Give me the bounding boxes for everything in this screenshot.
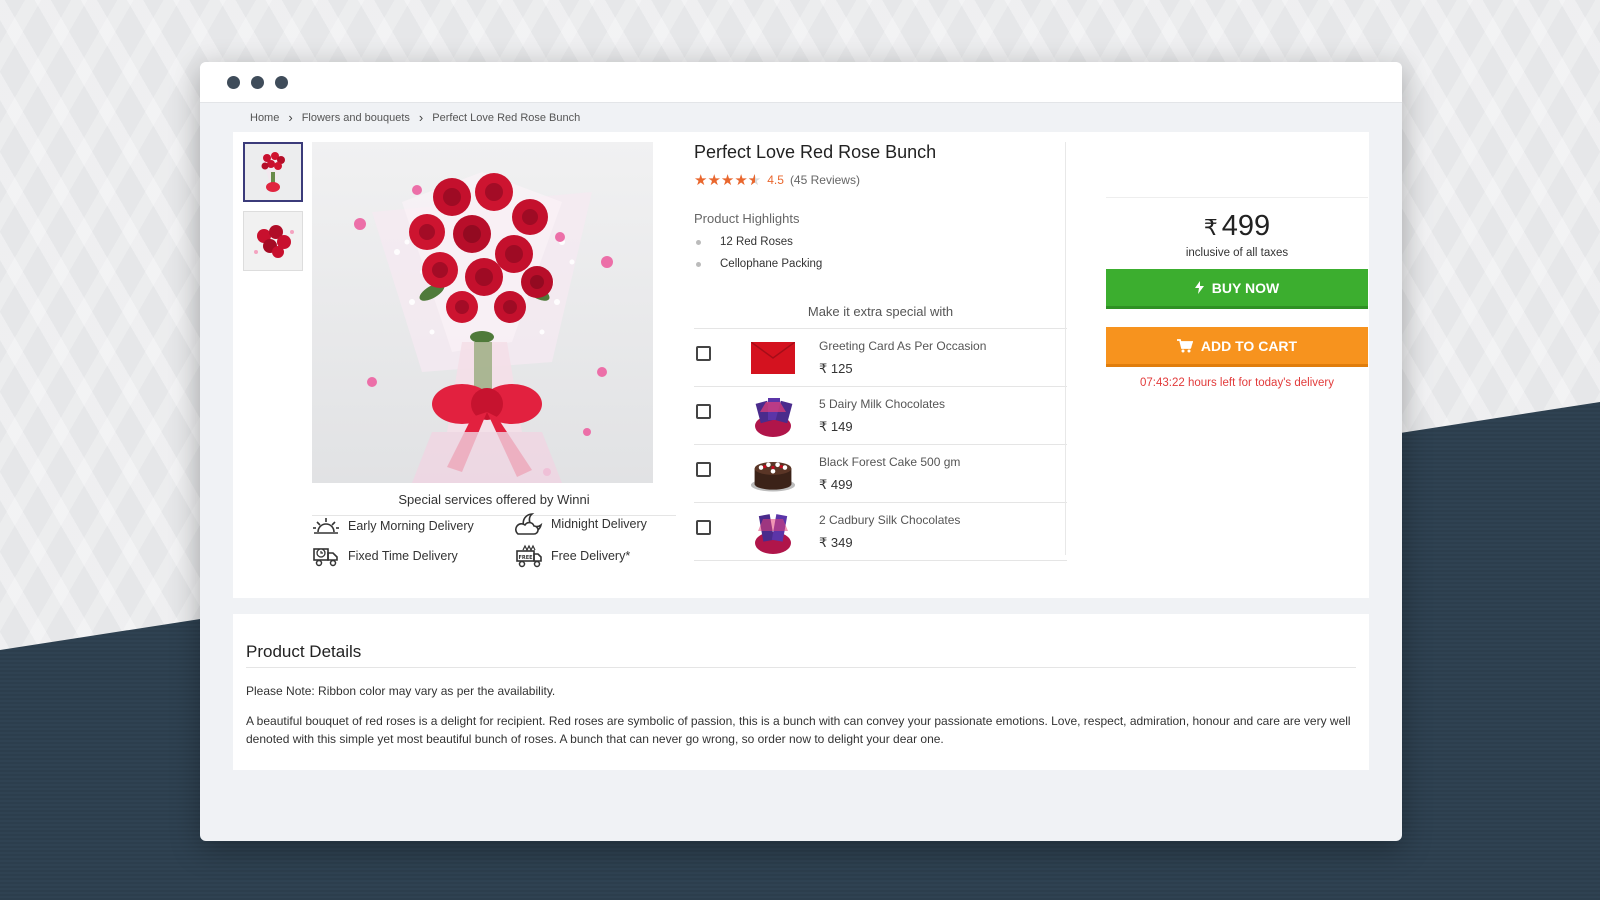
highlight-item: 12 Red Roses xyxy=(694,236,1067,248)
product-info: Perfect Love Red Rose Bunch ★★★★★★ 4.5 (… xyxy=(694,142,1067,280)
rupee-icon: ₹ xyxy=(1203,215,1218,240)
rose-bunch-thumbnail-icon xyxy=(244,212,302,270)
addon-item: Greeting Card As Per Occasion ₹ 125 xyxy=(694,329,1067,387)
addon-name: 2 Cadbury Silk Chocolates xyxy=(819,513,961,527)
service-label: Midnight Delivery xyxy=(551,517,647,531)
greeting-card-icon xyxy=(750,335,796,381)
addon-item: Black Forest Cake 500 gm ₹ 499 xyxy=(694,445,1067,503)
add-to-cart-label: ADD TO CART xyxy=(1200,337,1298,354)
highlights-title: Product Highlights xyxy=(694,211,800,226)
product-title: Perfect Love Red Rose Bunch xyxy=(694,142,937,162)
addon-checkbox[interactable] xyxy=(696,520,711,535)
addon-list: Greeting Card As Per Occasion ₹ 125 5 Da… xyxy=(694,328,1067,561)
rose-bouquet-thumbnail-icon xyxy=(245,144,301,200)
product-details-note: Please Note: Ribbon color may vary as pe… xyxy=(246,684,556,698)
breadcrumb-home[interactable]: Home xyxy=(250,112,279,124)
service-early-morning: Early Morning Delivery xyxy=(312,514,474,538)
service-label: Fixed Time Delivery xyxy=(348,549,458,563)
product-details-description: A beautiful bouquet of red roses is a de… xyxy=(246,714,1351,746)
window-titlebar xyxy=(200,62,1402,103)
delivery-timer: 07:43:22 hours left for today's delivery xyxy=(1140,377,1334,389)
addon-price: ₹ 149 xyxy=(819,419,853,434)
product-rating[interactable]: ★★★★★★ 4.5 (45 Reviews) xyxy=(694,171,1067,189)
product-panel: Special services offered by Winni Early … xyxy=(233,132,1369,598)
product-details-section: Product Details Please Note: Ribbon colo… xyxy=(233,614,1369,770)
chevron-right-icon: › xyxy=(288,110,293,125)
dairy-milk-chocolates-icon xyxy=(750,393,796,439)
highlights-list: 12 Red Roses Cellophane Packing xyxy=(694,236,1067,270)
service-fixed-time: Fixed Time Delivery xyxy=(312,544,458,568)
addons-title: Make it extra special with xyxy=(807,304,954,319)
addon-price: ₹ 499 xyxy=(819,477,853,492)
addon-price: ₹ 125 xyxy=(819,361,853,376)
chevron-right-icon: › xyxy=(418,110,424,125)
addon-checkbox[interactable] xyxy=(696,404,711,419)
addon-name: Greeting Card As Per Occasion xyxy=(819,339,987,353)
buy-box: ₹499 inclusive of all taxes BUY NOW ADD … xyxy=(1106,142,1368,389)
product-thumbnail-2[interactable] xyxy=(243,211,303,271)
addon-item: 5 Dairy Milk Chocolates ₹ 149 xyxy=(694,387,1067,445)
review-count[interactable]: (45 Reviews) xyxy=(790,173,860,187)
sunrise-icon xyxy=(313,518,339,534)
addon-name: 5 Dairy Milk Chocolates xyxy=(819,397,946,411)
buy-now-button[interactable]: BUY NOW xyxy=(1106,269,1368,309)
product-details-title: Product Details xyxy=(246,642,1356,668)
service-free-delivery: FREE Free Delivery* xyxy=(515,544,630,568)
service-label: Free Delivery* xyxy=(551,549,631,563)
window-dot-icon[interactable] xyxy=(227,75,240,89)
addon-checkbox[interactable] xyxy=(696,462,711,477)
column-divider xyxy=(1065,142,1066,555)
product-main-image[interactable] xyxy=(312,142,653,483)
star-rating-icon: ★★★★★★ xyxy=(694,172,762,189)
window-dot-icon[interactable] xyxy=(251,75,264,89)
divider xyxy=(1106,197,1368,198)
breadcrumb-current: Perfect Love Red Rose Bunch xyxy=(432,111,581,124)
moon-cloud-icon xyxy=(515,513,543,535)
buy-now-label: BUY NOW xyxy=(1211,279,1280,296)
service-label: Early Morning Delivery xyxy=(348,519,474,533)
black-forest-cake-icon xyxy=(750,451,796,497)
product-price: ₹499 xyxy=(1106,210,1368,243)
free-badge-text: FREE xyxy=(518,555,533,561)
service-midnight: Midnight Delivery xyxy=(515,512,647,536)
tax-note: inclusive of all taxes xyxy=(1185,247,1289,259)
addon-checkbox[interactable] xyxy=(696,346,711,361)
free-truck-icon: FREE xyxy=(516,544,542,568)
product-thumbnail-1[interactable] xyxy=(243,142,303,202)
addon-price: ₹ 349 xyxy=(819,535,853,550)
highlight-item: Cellophane Packing xyxy=(694,258,1067,270)
truck-clock-icon xyxy=(313,548,338,567)
addon-item: 2 Cadbury Silk Chocolates ₹ 349 xyxy=(694,503,1067,561)
rose-bouquet-image xyxy=(312,142,653,483)
price-value: 499 xyxy=(1221,210,1271,242)
browser-window: Home › Flowers and bouquets › Perfect Lo… xyxy=(200,62,1402,841)
add-to-cart-button[interactable]: ADD TO CART xyxy=(1106,327,1368,367)
breadcrumb: Home › Flowers and bouquets › Perfect Lo… xyxy=(250,110,580,125)
cart-icon xyxy=(1176,338,1193,352)
addon-name: Black Forest Cake 500 gm xyxy=(819,455,961,469)
cadbury-silk-chocolates-icon xyxy=(750,509,796,555)
rating-value: 4.5 xyxy=(767,173,784,187)
window-dot-icon[interactable] xyxy=(275,75,288,89)
breadcrumb-category[interactable]: Flowers and bouquets xyxy=(302,112,410,124)
lightning-icon xyxy=(1194,281,1204,294)
